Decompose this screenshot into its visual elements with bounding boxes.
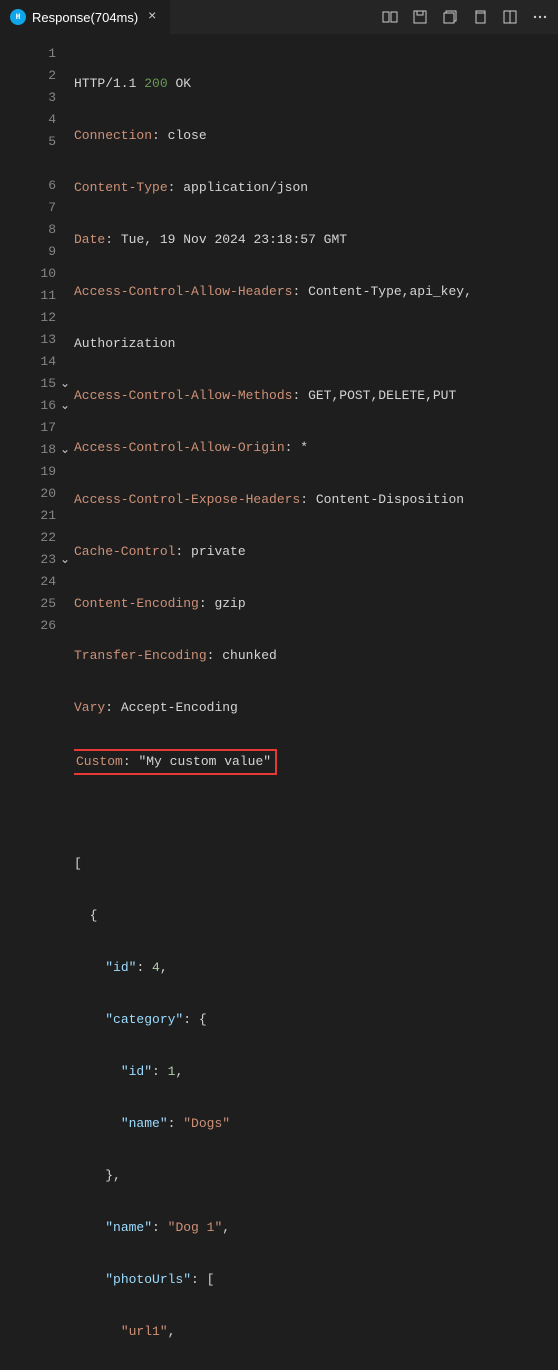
code-line: { [74, 905, 558, 927]
code-line: "category": { [74, 1009, 558, 1031]
code-line: Access-Control-Expose-Headers: Content-D… [74, 489, 558, 511]
code-line: "url1", [74, 1321, 558, 1343]
line-number: 19 [0, 461, 56, 483]
line-number: 4 [0, 109, 56, 131]
line-number: 2 [0, 65, 56, 87]
line-number: 11 [0, 285, 56, 307]
chevron-down-icon: ⌄ [60, 439, 70, 461]
line-number: 25 [0, 593, 56, 615]
code-line: Transfer-Encoding: chunked [74, 645, 558, 667]
line-number: 14 [0, 351, 56, 373]
code-line: Vary: Accept-Encoding [74, 697, 558, 719]
line-number: 12 [0, 307, 56, 329]
tab-title: Response(704ms) [32, 10, 138, 25]
code-line: Custom: "My custom value" [74, 749, 558, 771]
code-content[interactable]: HTTP/1.1 200 OK Connection: close Conten… [74, 43, 558, 1370]
chevron-down-icon: ⌄ [60, 373, 70, 395]
line-number: 7 [0, 197, 56, 219]
code-line: Connection: close [74, 125, 558, 147]
line-number: 6 [0, 175, 56, 197]
line-number: 3 [0, 87, 56, 109]
line-number: 1 [0, 43, 56, 65]
line-number: 26 [0, 615, 56, 637]
code-line: Content-Encoding: gzip [74, 593, 558, 615]
line-number: 16 [0, 395, 56, 417]
code-line: Content-Type: application/json [74, 177, 558, 199]
split-icon[interactable] [502, 9, 518, 25]
more-icon[interactable] [532, 9, 548, 25]
line-number: 20 [0, 483, 56, 505]
compare-icon[interactable] [382, 9, 398, 25]
code-line: "name": "Dogs" [74, 1113, 558, 1135]
save-icon[interactable] [412, 9, 428, 25]
line-number: 17 [0, 417, 56, 439]
line-number: 15 [0, 373, 56, 395]
line-number: 5 [0, 131, 56, 153]
line-number: 24 [0, 571, 56, 593]
line-number: 23 [0, 549, 56, 571]
copy-icon[interactable] [472, 9, 488, 25]
code-line: Authorization [74, 333, 558, 355]
fold-toggle[interactable]: ⌄ [56, 395, 74, 417]
tab-response[interactable]: H Response(704ms) × [0, 0, 171, 35]
code-line: "photoUrls": [ [74, 1269, 558, 1291]
code-line: }, [74, 1165, 558, 1187]
fold-toggle[interactable]: ⌄ [56, 549, 74, 571]
line-gutter: 1 2 3 4 5 6 7 8 9 10 11 12 13 14 15 16 1… [0, 43, 56, 1370]
line-number: 21 [0, 505, 56, 527]
editor-area: 1 2 3 4 5 6 7 8 9 10 11 12 13 14 15 16 1… [0, 35, 558, 1370]
chevron-down-icon: ⌄ [60, 395, 70, 417]
code-line: Access-Control-Allow-Methods: GET,POST,D… [74, 385, 558, 407]
line-number: 8 [0, 219, 56, 241]
close-icon[interactable]: × [144, 9, 160, 25]
line-number: 18 [0, 439, 56, 461]
line-number: 22 [0, 527, 56, 549]
code-line: Cache-Control: private [74, 541, 558, 563]
code-line: "name": "Dog 1", [74, 1217, 558, 1239]
code-line: Access-Control-Allow-Origin: * [74, 437, 558, 459]
tab-bar: H Response(704ms) × [0, 0, 558, 35]
fold-toggle[interactable]: ⌄ [56, 373, 74, 395]
code-line [74, 801, 558, 823]
code-line: "id": 4, [74, 957, 558, 979]
code-line: "id": 1, [74, 1061, 558, 1083]
line-number: 13 [0, 329, 56, 351]
line-number: 9 [0, 241, 56, 263]
http-icon: H [10, 9, 26, 25]
line-number [0, 153, 56, 175]
code-line: HTTP/1.1 200 OK [74, 73, 558, 95]
code-line: Access-Control-Allow-Headers: Content-Ty… [74, 281, 558, 303]
code-line: Date: Tue, 19 Nov 2024 23:18:57 GMT [74, 229, 558, 251]
code-line: [ [74, 853, 558, 875]
save-all-icon[interactable] [442, 9, 458, 25]
fold-toggle[interactable]: ⌄ [56, 439, 74, 461]
fold-column: ⌄ ⌄ ⌄ ⌄ [56, 43, 74, 1370]
chevron-down-icon: ⌄ [60, 549, 70, 571]
line-number: 10 [0, 263, 56, 285]
editor-actions [382, 9, 558, 25]
